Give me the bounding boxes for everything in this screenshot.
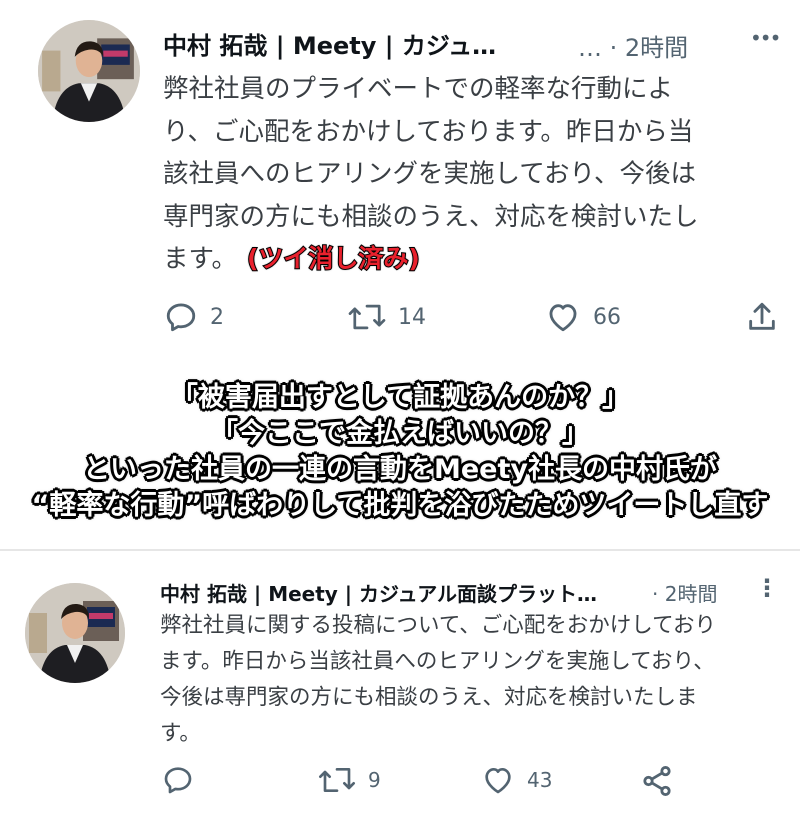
caption-line: 「今ここで金払えばいいの？」: [211, 418, 589, 449]
reply-icon: [164, 767, 192, 794]
like-icon: [485, 768, 511, 794]
share-icon: [749, 302, 775, 330]
share-button[interactable]: [640, 764, 674, 798]
retweet-count: 14: [398, 304, 426, 330]
retweet-icon: [319, 768, 355, 792]
reply-button[interactable]: [162, 764, 206, 796]
reply-count: 2: [210, 304, 224, 330]
tweet-line: り、ご心配をおかけしております。昨日から当: [163, 116, 694, 147]
caption-line: 「被害届出すとして証拠あんのか？」: [170, 382, 630, 413]
more-icon[interactable]: •••: [750, 26, 781, 50]
like-button[interactable]: 66: [545, 300, 621, 334]
timestamp[interactable]: · 2時間: [652, 578, 717, 607]
like-count: 66: [593, 304, 621, 330]
caption-line: “軽率な行動”呼ばわりして批判を浴びたためツイートし直す: [31, 490, 769, 521]
avatar[interactable]: [25, 583, 125, 683]
tweet-line: 弊社社員のプライベートでの軽率な行動によ: [163, 74, 674, 104]
tweet-line: 今後は専門家の方にも相談のうえ、対応を検討いたしま: [160, 685, 698, 710]
retweet-button[interactable]: 14: [348, 300, 426, 334]
like-icon: [549, 304, 577, 332]
timestamp[interactable]: … · 2時間: [578, 28, 688, 63]
tweet-line: 弊社社員に関する投稿について、ご心配をおかけしており: [160, 613, 716, 638]
avatar-photo: [25, 583, 125, 683]
retweet-icon: [348, 304, 386, 330]
tweet-line-last: ます。 (ツイ消し済み): [163, 238, 699, 281]
avatar[interactable]: [38, 20, 140, 122]
avatar-photo: [38, 20, 140, 122]
like-count: 43: [527, 768, 553, 792]
reply-button[interactable]: 2: [164, 300, 224, 334]
tweet-body: 弊社社員に関する投稿について、ご心配をおかけしており ます。昨日から当該社員への…: [160, 608, 716, 752]
caption-line: といった社員の一連の言動をMeety社長の中村氏が: [83, 454, 717, 485]
retweet-button[interactable]: 9: [318, 764, 381, 796]
like-button[interactable]: 43: [481, 764, 552, 796]
deleted-annotation: (ツイ消し済み): [246, 243, 421, 274]
retweet-count: 9: [368, 768, 381, 792]
tweet-line: 専門家の方にも相談のうえ、対応を検討いたし: [163, 201, 699, 232]
tweet-line: 該社員へのヒアリングを実施しており、今後は: [163, 159, 696, 189]
share-button[interactable]: [745, 300, 779, 334]
share-android-icon: [643, 765, 671, 797]
more-icon[interactable]: ⋮: [755, 574, 779, 602]
caption-overlay: 「被害届出すとして証拠あんのか？」 「今ここで金払えばいいの？」 といった社員の…: [0, 380, 800, 524]
display-name[interactable]: 中村 拓哉 | Meety | カジュアル面談プラット…: [160, 578, 652, 607]
tweet-line: ます。: [163, 244, 237, 274]
divider: [0, 549, 800, 551]
tweet-line: ます。昨日から当該社員へのヒアリングを実施しており、: [160, 649, 715, 674]
display-name[interactable]: 中村 拓哉 | Meety | カジュ…: [163, 26, 543, 61]
tweet-body: 弊社社員のプライベートでの軽率な行動によ り、ご心配をおかけしております。昨日か…: [163, 68, 699, 281]
tweet-line: す。: [160, 721, 201, 746]
reply-icon: [166, 303, 196, 332]
